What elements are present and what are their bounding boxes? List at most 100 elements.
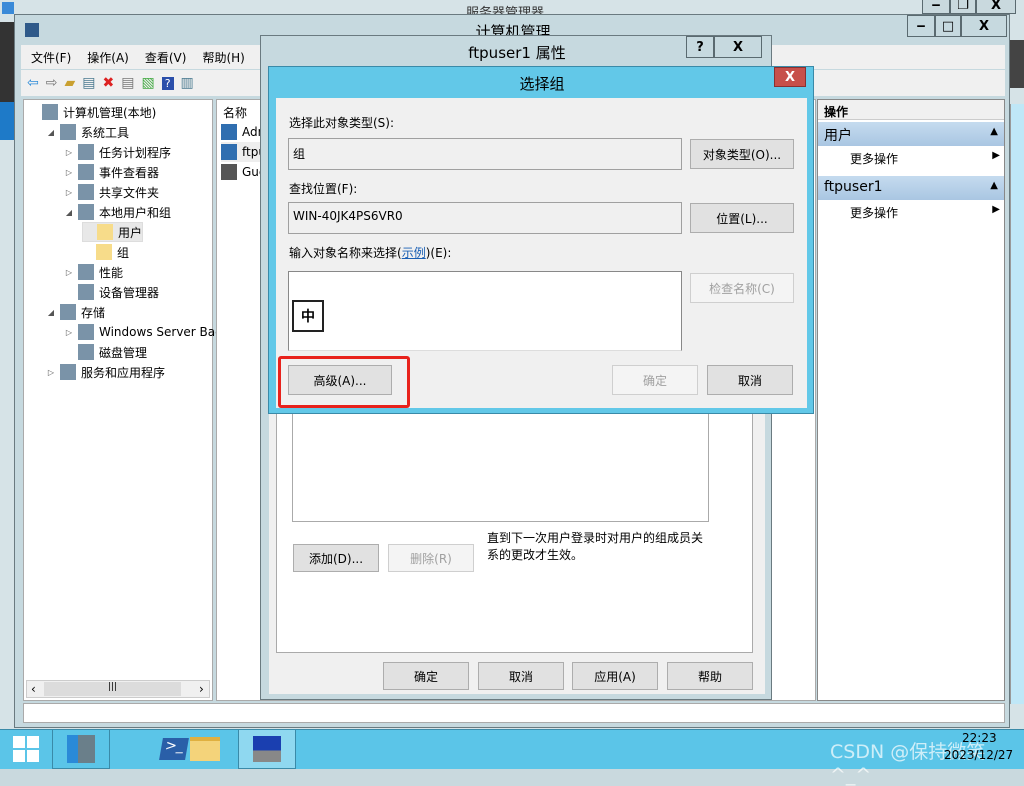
location-field: WIN-40JK4PS6VR0 [288, 202, 682, 234]
select-cancel-button[interactable]: 取消 [707, 365, 793, 395]
folder-icon [97, 224, 113, 240]
actions-header: 操作 [818, 100, 1004, 120]
action-more-actions[interactable]: 更多操作 ▶ [850, 150, 1000, 167]
tree-item[interactable]: 用户 [82, 222, 144, 242]
tree-item-label: 设备管理器 [99, 285, 160, 300]
expander-icon[interactable]: ▷ [64, 148, 74, 157]
collapse-icon[interactable]: ▲ [990, 126, 998, 137]
tree-item[interactable]: 组 [82, 242, 129, 262]
back-icon[interactable]: ⇦ [27, 75, 39, 91]
tree-item[interactable]: ◢ 本地用户和组 [64, 202, 171, 222]
clock-date[interactable]: 2023/12/27 [944, 748, 1013, 762]
tree-item[interactable]: ▷ 共享文件夹 [64, 182, 159, 202]
expander-icon[interactable]: ▷ [64, 328, 74, 337]
tree-item[interactable]: ◢ 存储 [46, 302, 105, 322]
tree-item[interactable]: ▷ 服务和应用程序 [46, 362, 165, 382]
tree-item[interactable]: ◢ 系统工具 [46, 122, 129, 142]
tree-item[interactable]: 设备管理器 [64, 282, 159, 302]
tree-item-label: 任务计划程序 [99, 145, 172, 160]
event-log-icon [78, 164, 94, 180]
minimize-button[interactable]: ‒ [907, 15, 935, 37]
expander-icon[interactable]: ◢ [46, 128, 56, 137]
check-names-button[interactable]: 检查名称(C) [690, 273, 794, 303]
taskbar-computer-management[interactable] [238, 729, 296, 769]
scroll-left-icon[interactable]: ‹ [31, 682, 36, 696]
locations-button[interactable]: 位置(L)... [690, 203, 794, 233]
tree-horizontal-scrollbar[interactable]: ‹ ||| › [26, 680, 210, 698]
object-type-label: 选择此对象类型(S): [289, 116, 395, 130]
expander-icon[interactable]: ◢ [64, 208, 74, 217]
up-folder-icon[interactable]: ▰ [64, 75, 75, 91]
delete-icon[interactable]: ✖ [102, 75, 114, 91]
action-section-users[interactable]: 用户 ▲ [818, 122, 1004, 146]
expander-icon[interactable]: ▷ [64, 188, 74, 197]
object-types-button[interactable]: 对象类型(O)... [690, 139, 794, 169]
show-hide-tree-icon[interactable]: ▤ [82, 75, 95, 91]
help-button[interactable]: 帮助 [667, 662, 753, 690]
tree-item-label: 存储 [81, 305, 106, 320]
action-more-actions[interactable]: 更多操作 ▶ [850, 204, 1000, 221]
column-header-name[interactable]: 名称 [219, 102, 263, 120]
forward-icon[interactable]: ⇨ [46, 75, 58, 91]
submenu-arrow-icon: ▶ [992, 204, 1000, 215]
actions-pane: 操作 用户 ▲ 更多操作 ▶ ftpuser1 ▲ 更多操作 ▶ [817, 99, 1005, 701]
properties-icon[interactable]: ▤ [121, 75, 134, 91]
tree-item[interactable]: 磁盘管理 [64, 342, 147, 362]
expander-icon[interactable]: ◢ [46, 308, 56, 317]
taskbar-file-explorer[interactable] [170, 729, 240, 769]
tree-item[interactable]: ▷ Windows Server Back [64, 322, 229, 342]
tree-item-label: 用户 [118, 225, 143, 240]
maximize-button[interactable]: □ [935, 15, 961, 37]
member-of-list[interactable] [292, 396, 709, 522]
submenu-arrow-icon: ▶ [992, 150, 1000, 161]
shared-folder-icon [78, 184, 94, 200]
show-action-pane-icon[interactable]: ▥ [181, 75, 194, 91]
menu-action[interactable]: 操作(A) [87, 49, 129, 66]
action-section-ftpuser1[interactable]: ftpuser1 ▲ [818, 176, 1004, 200]
collapse-icon[interactable]: ▲ [990, 180, 998, 191]
tree-item[interactable]: ▷ 任务计划程序 [64, 142, 171, 162]
scroll-thumb[interactable]: ||| [44, 682, 181, 696]
properties-close-button[interactable]: X [714, 36, 762, 58]
computer-management-icon [253, 736, 281, 762]
select-group-close-button[interactable]: X [774, 67, 806, 87]
tree-item-label: 性能 [99, 265, 124, 280]
tree-item-label: Windows Server Back [99, 325, 229, 339]
users-icon [78, 204, 94, 220]
export-icon[interactable]: ▧ [141, 75, 154, 91]
clock-time[interactable]: 22:23 [962, 731, 997, 745]
properties-help-button[interactable]: ? [686, 36, 714, 58]
close-button[interactable]: X [961, 15, 1007, 37]
bg-restore-button[interactable]: ❐ [950, 0, 976, 14]
menu-view[interactable]: 查看(V) [145, 49, 187, 66]
ok-button[interactable]: 确定 [383, 662, 469, 690]
tree-item[interactable]: ▷ 性能 [64, 262, 123, 282]
tree-item-label: 磁盘管理 [99, 345, 148, 360]
expander-icon[interactable]: ▷ [64, 268, 74, 277]
bg-minimize-button[interactable]: ‒ [922, 0, 950, 14]
apply-button[interactable]: 应用(A) [572, 662, 658, 690]
examples-link[interactable]: 示例 [402, 246, 426, 260]
object-name-input[interactable]: 中 [288, 271, 682, 351]
bg-close-button[interactable]: X [976, 0, 1016, 14]
membership-note: 直到下一次用户登录时对用户的组成员关系的更改才生效。 [487, 531, 704, 562]
tree-item[interactable]: 计算机管理(本地) [28, 102, 156, 122]
menu-help[interactable]: 帮助(H) [202, 49, 244, 66]
start-button[interactable] [0, 729, 52, 769]
cancel-button[interactable]: 取消 [478, 662, 564, 690]
tree-item-label: 服务和应用程序 [81, 365, 166, 380]
location-label: 查找位置(F): [289, 182, 358, 196]
tree-item-label: 组 [117, 245, 130, 260]
add-button[interactable]: 添加(D)... [293, 544, 379, 572]
expander-icon[interactable]: ▷ [46, 368, 56, 377]
advanced-button[interactable]: 高级(A)... [288, 365, 392, 395]
scroll-right-icon[interactable]: › [199, 682, 204, 696]
remove-button[interactable]: 删除(R) [388, 544, 474, 572]
tree-item[interactable]: ▷ 事件查看器 [64, 162, 159, 182]
select-ok-button[interactable]: 确定 [612, 365, 698, 395]
menu-file[interactable]: 文件(F) [31, 49, 71, 66]
expander-icon[interactable]: ▷ [64, 168, 74, 177]
server-manager-icon [67, 735, 95, 763]
taskbar-server-manager[interactable] [52, 729, 110, 769]
help-icon[interactable]: ? [161, 76, 174, 90]
